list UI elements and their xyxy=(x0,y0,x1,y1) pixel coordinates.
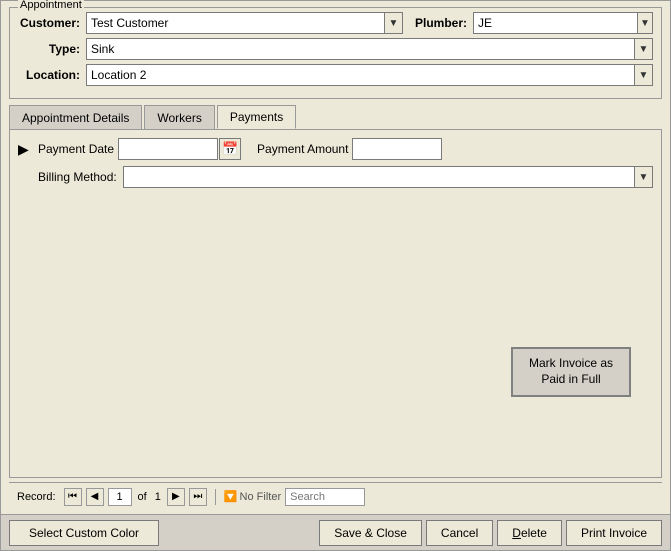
cancel-button[interactable]: Cancel xyxy=(426,520,493,546)
location-input[interactable] xyxy=(86,64,635,86)
customer-input[interactable] xyxy=(86,12,385,34)
nav-page-input[interactable] xyxy=(108,488,132,506)
location-row: Location: ▼ xyxy=(18,64,653,86)
billing-method-dropdown-btn[interactable]: ▼ xyxy=(635,166,653,188)
no-filter-label: No Filter xyxy=(240,491,282,503)
mark-invoice-paid-button[interactable]: Mark Invoice as Paid in Full xyxy=(511,347,631,397)
tab-bar: Appointment Details Workers Payments xyxy=(9,105,662,129)
type-row: Type: ▼ xyxy=(18,38,653,60)
delete-button[interactable]: Delete xyxy=(497,520,562,546)
payment-date-row: ▶ Payment Date 📅 Payment Amount xyxy=(18,138,653,160)
type-field: ▼ xyxy=(86,38,653,60)
plumber-field: ▼ xyxy=(473,12,653,34)
payments-tab-content: ▶ Payment Date 📅 Payment Amount Billing … xyxy=(9,129,662,478)
filter-icon: 🔽 xyxy=(224,490,238,503)
record-navigator: Record: ⏮ ◀ of 1 ▶ ⏭ 🔽 No Filter xyxy=(9,482,662,510)
record-arrow-icon: ▶ xyxy=(18,141,34,158)
dialog: Appointment Customer: ▼ Plumber: ▼ Type:… xyxy=(0,0,671,551)
tab-workers[interactable]: Workers xyxy=(144,105,214,129)
nav-prev-button[interactable]: ◀ xyxy=(86,488,104,506)
select-custom-color-button[interactable]: Select Custom Color xyxy=(9,520,159,546)
location-dropdown-btn[interactable]: ▼ xyxy=(635,64,653,86)
payment-date-input[interactable] xyxy=(118,138,218,160)
plumber-label: Plumber: xyxy=(415,16,467,30)
save-close-button[interactable]: Save & Close xyxy=(319,520,422,546)
customer-dropdown-btn[interactable]: ▼ xyxy=(385,12,403,34)
nav-total: 1 xyxy=(155,491,161,503)
appointment-group: Appointment Customer: ▼ Plumber: ▼ Type:… xyxy=(9,7,662,99)
plumber-input[interactable] xyxy=(473,12,638,34)
billing-method-input[interactable] xyxy=(123,166,635,188)
nav-last-button[interactable]: ⏭ xyxy=(189,488,207,506)
billing-method-field: ▼ xyxy=(123,166,653,188)
group-legend: Appointment xyxy=(18,0,84,11)
payment-date-label: Payment Date xyxy=(38,142,114,156)
nav-first-button[interactable]: ⏮ xyxy=(64,488,82,506)
tab-payments[interactable]: Payments xyxy=(217,105,296,129)
nav-next-button[interactable]: ▶ xyxy=(167,488,185,506)
payment-amount-input[interactable] xyxy=(352,138,442,160)
nav-separator xyxy=(215,489,216,505)
type-input[interactable] xyxy=(86,38,635,60)
type-dropdown-btn[interactable]: ▼ xyxy=(635,38,653,60)
location-field: ▼ xyxy=(86,64,653,86)
footer: Select Custom Color Save & Close Cancel … xyxy=(1,514,670,550)
location-label: Location: xyxy=(18,68,86,82)
type-label: Type: xyxy=(18,42,86,56)
nav-of-label: of xyxy=(138,491,147,503)
plumber-dropdown-btn[interactable]: ▼ xyxy=(638,12,653,34)
tab-appointment-details[interactable]: Appointment Details xyxy=(9,105,142,129)
plumber-section: Plumber: ▼ xyxy=(415,12,653,34)
customer-row: Customer: ▼ Plumber: ▼ xyxy=(18,12,653,34)
customer-field: ▼ xyxy=(86,12,403,34)
customer-label: Customer: xyxy=(18,16,86,30)
calendar-icon[interactable]: 📅 xyxy=(219,138,241,160)
print-invoice-button[interactable]: Print Invoice xyxy=(566,520,662,546)
record-nav-label: Record: xyxy=(17,491,56,503)
search-input[interactable] xyxy=(285,488,365,506)
billing-method-row: Billing Method: ▼ xyxy=(38,166,653,188)
billing-method-label: Billing Method: xyxy=(38,170,117,184)
no-filter-button[interactable]: 🔽 No Filter xyxy=(224,490,281,503)
payment-amount-label: Payment Amount xyxy=(257,142,348,156)
